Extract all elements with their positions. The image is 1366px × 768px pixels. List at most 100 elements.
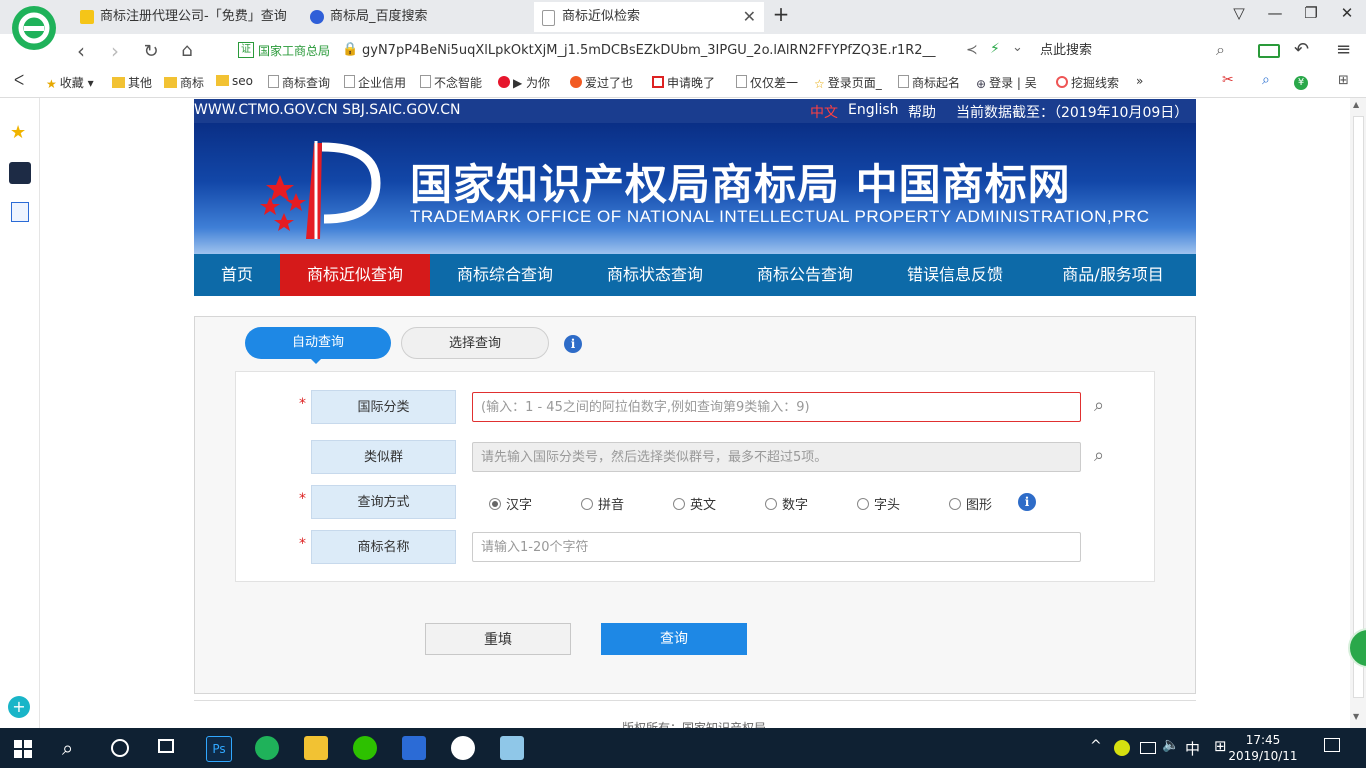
- tray-chevron-icon[interactable]: ^: [1090, 738, 1102, 754]
- select-query-tab[interactable]: 选择查询: [401, 327, 549, 359]
- tab-trademark-search[interactable]: 商标近似检索 ✕: [534, 2, 764, 32]
- scissors-icon[interactable]: ✂: [1222, 72, 1234, 88]
- nav-similar-search[interactable]: 商标近似查询: [280, 254, 430, 296]
- app-circle-icon[interactable]: [451, 736, 475, 760]
- volume-icon[interactable]: 🔈: [1162, 737, 1179, 753]
- class-input[interactable]: (输入：1 - 45之间的阿拉伯数字,例如查询第9类输入：9): [472, 392, 1081, 422]
- browser-logo-icon[interactable]: [12, 6, 56, 50]
- chevron-down-icon[interactable]: ⌄: [1012, 40, 1023, 55]
- minimize-button[interactable]: —: [1260, 4, 1290, 22]
- scroll-down-icon[interactable]: ▼: [1353, 712, 1359, 721]
- nav-status-search[interactable]: 商标状态查询: [580, 254, 730, 296]
- bookmark-folder-seo[interactable]: seo: [216, 74, 253, 88]
- app-icon[interactable]: [9, 162, 31, 184]
- notepad-icon[interactable]: [500, 736, 524, 760]
- url-input[interactable]: gyN7pP4BeNi5uqXlLpkOktXjM_j1.5mDCBsEZkDU…: [362, 38, 954, 64]
- sidebar-toggle-icon[interactable]: ᐸ: [14, 73, 24, 89]
- mode-radio-image[interactable]: 图形: [949, 494, 992, 513]
- nav-goods-services[interactable]: 商品/服务项目: [1030, 254, 1196, 296]
- required-mark: *: [299, 536, 306, 552]
- file-explorer-icon[interactable]: [304, 736, 328, 760]
- nav-comprehensive-search[interactable]: 商标综合查询: [430, 254, 580, 296]
- wechat-icon[interactable]: [353, 736, 377, 760]
- search-icon[interactable]: ⌕: [62, 736, 73, 760]
- forward-button[interactable]: ›: [102, 39, 128, 63]
- submit-button[interactable]: 查询: [601, 623, 747, 655]
- scroll-up-icon[interactable]: ▲: [1353, 100, 1359, 109]
- lang-zh-link[interactable]: 中文: [810, 102, 838, 122]
- mode-info-icon[interactable]: i: [1018, 493, 1036, 511]
- back-button[interactable]: ‹: [68, 39, 94, 63]
- auto-query-tab[interactable]: 自动查询: [245, 327, 391, 359]
- group-input[interactable]: 请先输入国际分类号，然后选择类似群号，最多不超过5项。: [472, 442, 1081, 472]
- new-tab-button[interactable]: +: [766, 2, 796, 26]
- bookmark-jinjin[interactable]: 仅仅差一: [736, 74, 798, 91]
- bookmark-aiguo[interactable]: 爱过了也: [570, 74, 633, 91]
- bookmark-trademark-query[interactable]: 商标查询: [268, 74, 330, 91]
- bookmark-favorites[interactable]: ★ 收藏 ▾: [46, 74, 94, 91]
- close-window-button[interactable]: ✕: [1332, 4, 1362, 22]
- taskbar-clock[interactable]: 17:45 2019/10/11: [1228, 732, 1298, 764]
- reset-button[interactable]: 重填: [425, 623, 571, 655]
- bookmark-bunian[interactable]: 不念智能: [420, 74, 482, 91]
- windows-start-icon[interactable]: [14, 740, 32, 758]
- bookmark-leads[interactable]: 挖掘线索: [1056, 74, 1119, 91]
- mode-radio-pinyin[interactable]: 拼音: [581, 494, 624, 513]
- radio-dot: [949, 498, 961, 510]
- browser-taskbar-icon[interactable]: [255, 736, 279, 760]
- ime-indicator[interactable]: 中: [1185, 738, 1200, 759]
- task-view-icon[interactable]: [158, 739, 174, 753]
- bookmark-shenqing[interactable]: 申请晚了: [652, 74, 715, 91]
- word-doc-icon[interactable]: [11, 202, 29, 222]
- bookmark-folder-other[interactable]: 其他: [112, 74, 152, 91]
- grid-icon[interactable]: ⊞: [1338, 73, 1349, 88]
- search-icon[interactable]: ⌕: [1216, 40, 1225, 60]
- bookmark-weibo[interactable]: ▶ 为你: [498, 74, 550, 91]
- tab-trademark-agency[interactable]: 商标注册代理公司-「免费」查询: [72, 2, 300, 32]
- battery-icon[interactable]: [1258, 44, 1280, 58]
- mode-radio-hanzi[interactable]: 汉字: [489, 494, 532, 513]
- nav-error-feedback[interactable]: 错误信息反馈: [880, 254, 1030, 296]
- mode-radio-number[interactable]: 数字: [765, 494, 808, 513]
- add-circle-icon[interactable]: +: [8, 696, 30, 718]
- bookmark-login-wu[interactable]: ⊕ 登录 | 吴: [976, 74, 1037, 91]
- shirt-icon[interactable]: ▽: [1224, 4, 1254, 22]
- cortana-icon[interactable]: [111, 739, 129, 757]
- info-icon[interactable]: i: [564, 335, 582, 353]
- magnifier-tool-icon[interactable]: ⌕: [1262, 72, 1270, 88]
- undo-icon[interactable]: ↶: [1294, 39, 1309, 60]
- favorites-star-icon[interactable]: ★: [10, 122, 26, 143]
- bookmark-folder-trademark[interactable]: 商标: [164, 74, 204, 91]
- refresh-icon[interactable]: ↻: [138, 41, 164, 62]
- cert-badge-label[interactable]: 国家工商总局: [258, 42, 330, 59]
- keyboard-grid-icon[interactable]: ⊞: [1214, 737, 1227, 755]
- nav-announcement-search[interactable]: 商标公告查询: [730, 254, 880, 296]
- maximize-button[interactable]: ❐: [1296, 4, 1326, 22]
- browser-search-input[interactable]: 点此搜索: [1040, 38, 1240, 64]
- scroll-thumb[interactable]: [1353, 116, 1364, 698]
- mode-radio-english[interactable]: 英文: [673, 494, 716, 513]
- menu-icon[interactable]: ≡: [1336, 39, 1351, 60]
- nav-home[interactable]: 首页: [194, 254, 280, 296]
- photoshop-icon[interactable]: Ps: [206, 736, 232, 762]
- bookmark-login-page[interactable]: ☆ 登录页面_: [814, 74, 882, 91]
- name-input[interactable]: 请输入1-20个字符: [472, 532, 1081, 562]
- mode-radio-initial[interactable]: 字头: [857, 494, 900, 513]
- home-icon[interactable]: ⌂: [174, 40, 200, 61]
- share-icon[interactable]: ≺: [966, 42, 978, 58]
- tray-app-icon[interactable]: [1114, 740, 1130, 756]
- close-tab-icon[interactable]: ✕: [743, 2, 756, 32]
- notification-icon[interactable]: [1324, 738, 1340, 752]
- group-search-icon[interactable]: ⌕: [1094, 445, 1104, 466]
- class-search-icon[interactable]: ⌕: [1094, 395, 1104, 416]
- bookmark-naming[interactable]: 商标起名: [898, 74, 960, 91]
- tab-baidu-search[interactable]: 商标局_百度搜索: [302, 2, 532, 32]
- bookmark-credit[interactable]: 企业信用: [344, 74, 406, 91]
- yen-icon[interactable]: ¥: [1294, 76, 1308, 90]
- battery-tray-icon[interactable]: [1140, 742, 1156, 754]
- lang-en-link[interactable]: English: [848, 102, 899, 118]
- wps-writer-icon[interactable]: [402, 736, 426, 760]
- lightning-icon[interactable]: ⚡: [990, 41, 1000, 57]
- bookmarks-more[interactable]: »: [1136, 74, 1143, 88]
- help-link[interactable]: 帮助: [908, 102, 936, 122]
